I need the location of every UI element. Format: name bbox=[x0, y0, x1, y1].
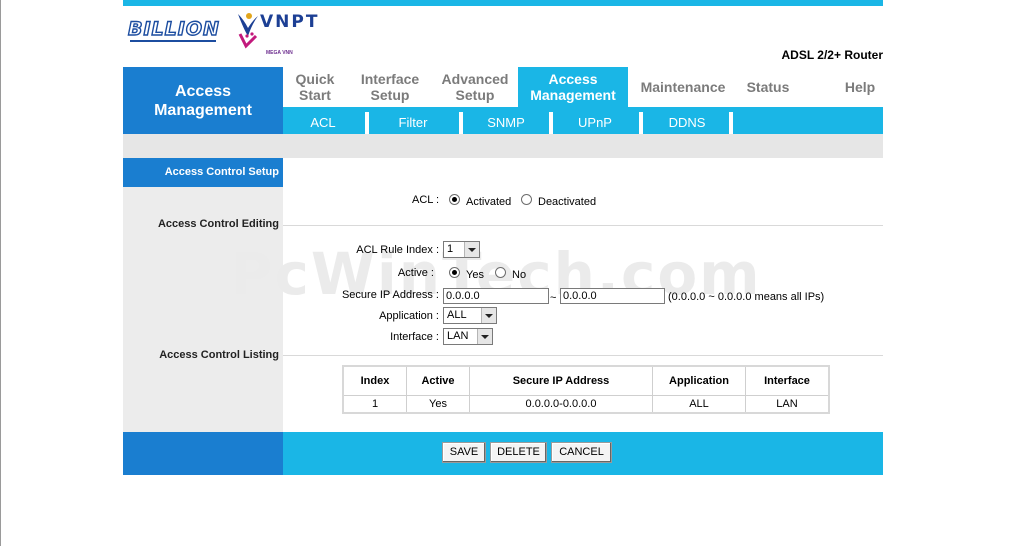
ip-end-field[interactable]: 0.0.0.0 bbox=[560, 288, 665, 304]
cell-secure-ip: 0.0.0.0-0.0.0.0 bbox=[469, 395, 653, 414]
section-access-control-setup: Access Control Setup bbox=[164, 166, 279, 178]
tab-access-management[interactable]: Access Management bbox=[518, 67, 628, 107]
active-no-radio[interactable] bbox=[495, 267, 506, 278]
col-application: Application bbox=[652, 365, 746, 396]
col-active: Active bbox=[406, 365, 470, 396]
acl-deactivated-radio[interactable] bbox=[521, 194, 532, 205]
sub-nav: ACL Filter SNMP UPnP DDNS bbox=[283, 107, 883, 134]
tab-interface-setup[interactable]: Interface Setup bbox=[355, 67, 425, 107]
subtab-snmp[interactable]: SNMP bbox=[463, 112, 549, 134]
tab-help[interactable]: Help bbox=[833, 67, 887, 107]
active-label: Active : bbox=[397, 267, 434, 279]
acl-deactivated-label: Deactivated bbox=[538, 196, 597, 208]
subtab-ddns[interactable]: DDNS bbox=[643, 112, 731, 134]
cell-application: ALL bbox=[652, 395, 746, 414]
tab-advanced-setup[interactable]: Advanced Setup bbox=[435, 67, 515, 107]
tab-status[interactable]: Status bbox=[738, 67, 798, 107]
delete-button[interactable]: DELETE bbox=[490, 442, 547, 463]
rule-index-select[interactable]: 1 bbox=[443, 241, 480, 258]
col-interface: Interface bbox=[745, 365, 830, 396]
acl-label: ACL : bbox=[412, 194, 440, 206]
router-model: ADSL 2/2+ Router bbox=[781, 48, 883, 62]
window-border bbox=[0, 0, 1, 546]
rule-index-label: ACL Rule Index : bbox=[356, 244, 439, 256]
top-accent-bar bbox=[123, 0, 883, 6]
application-label: Application : bbox=[379, 310, 439, 322]
main-nav: Quick Start Interface Setup Advanced Set… bbox=[283, 67, 883, 107]
subtab-filter[interactable]: Filter bbox=[369, 112, 457, 134]
footer-left bbox=[123, 432, 283, 475]
col-secure-ip: Secure IP Address bbox=[469, 365, 653, 396]
cell-index: 1 bbox=[342, 395, 407, 414]
ip-hint: (0.0.0.0 ~ 0.0.0.0 means all IPs) bbox=[668, 291, 825, 303]
subtab-upnp[interactable]: UPnP bbox=[553, 112, 637, 134]
vnpt-logo: VNPT MEGA VNN bbox=[236, 12, 326, 57]
table-row: 1 Yes 0.0.0.0-0.0.0.0 ALL LAN bbox=[342, 395, 830, 414]
col-index: Index bbox=[342, 365, 407, 396]
application-select[interactable]: ALL bbox=[443, 307, 497, 324]
tab-quick-start[interactable]: Quick Start bbox=[283, 67, 347, 107]
divider bbox=[283, 355, 883, 356]
active-yes-radio[interactable] bbox=[449, 267, 460, 278]
page-title: Access Management bbox=[123, 67, 283, 134]
section-access-control-listing: Access Control Listing bbox=[159, 349, 279, 361]
interface-select[interactable]: LAN bbox=[443, 328, 493, 345]
acl-table: Index Active Secure IP Address Applicati… bbox=[342, 365, 830, 414]
table-header-row: Index Active Secure IP Address Applicati… bbox=[342, 365, 830, 396]
header-strip bbox=[123, 134, 883, 158]
acl-activated-label: Activated bbox=[466, 196, 512, 208]
active-yes-label: Yes bbox=[466, 269, 484, 281]
ip-start-field[interactable]: 0.0.0.0 bbox=[443, 288, 549, 304]
section-access-control-editing: Access Control Editing bbox=[157, 218, 279, 230]
divider bbox=[283, 225, 883, 226]
cancel-button[interactable]: CANCEL bbox=[551, 442, 612, 463]
subtab-acl[interactable]: ACL bbox=[283, 112, 363, 134]
tab-maintenance[interactable]: Maintenance bbox=[633, 67, 733, 107]
billion-logo: BILLION bbox=[127, 17, 220, 42]
acl-activated-radio[interactable] bbox=[449, 194, 460, 205]
save-button[interactable]: SAVE bbox=[442, 442, 486, 463]
interface-label: Interface : bbox=[390, 331, 439, 343]
cell-active: Yes bbox=[406, 395, 470, 414]
secure-ip-label: Secure IP Address : bbox=[341, 289, 439, 301]
ip-range-separator: ~ bbox=[550, 292, 557, 304]
cell-interface: LAN bbox=[745, 395, 830, 414]
active-no-label: No bbox=[512, 269, 527, 281]
